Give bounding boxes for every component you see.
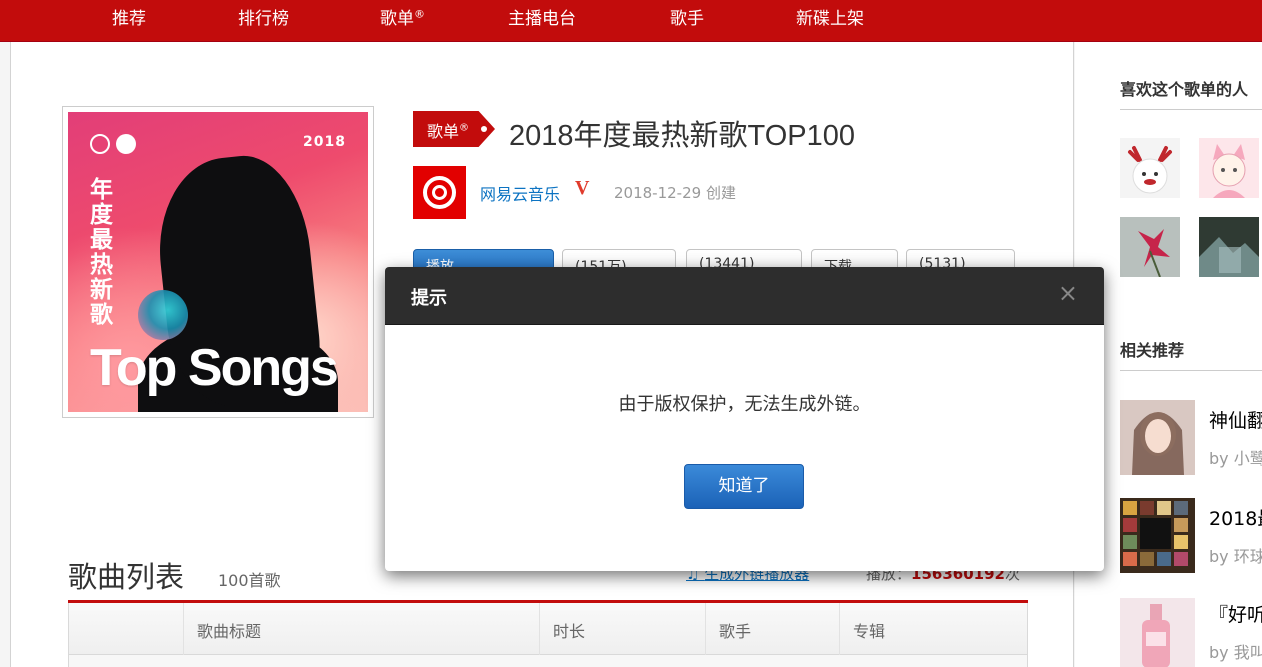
top-nav: 推荐 排行榜 歌单® 主播电台 歌手 新碟上架	[0, 0, 1262, 42]
related-author[interactable]: by 小鹭	[1209, 445, 1262, 469]
nav-item-radio[interactable]: 主播电台	[508, 4, 576, 29]
created-date: 2018-12-29 创建	[614, 184, 736, 202]
song-list-title: 歌曲列表	[68, 560, 185, 594]
song-count: 100首歌	[218, 571, 281, 590]
creator-name[interactable]: 网易云音乐	[480, 181, 560, 205]
landscape-avatar-icon	[1199, 217, 1259, 277]
nav-item-recommend[interactable]: 推荐	[112, 4, 146, 29]
moose-avatar-icon	[1120, 138, 1180, 198]
verified-icon: V	[575, 177, 590, 199]
playlist-title: 2018年度最热新歌TOP100	[509, 120, 855, 152]
related-cover[interactable]	[1120, 498, 1195, 573]
related-cover[interactable]	[1120, 598, 1195, 667]
cover-logo-dot-icon	[116, 134, 136, 154]
likers-heading: 喜欢这个歌单的人	[1120, 76, 1262, 110]
mosaic-cover-icon	[1120, 498, 1195, 573]
cover-year: 2018	[303, 134, 346, 150]
related-heading: 相关推荐	[1120, 337, 1262, 371]
nav-item-playlists-label: 歌单	[380, 9, 414, 29]
cover-vertical-title: 年度最热新歌	[90, 177, 113, 328]
portrait-cover-icon	[1120, 400, 1195, 475]
cover-headline: Top Songs	[90, 339, 339, 397]
column-index	[69, 603, 183, 655]
cover-logo-ring-icon	[90, 134, 110, 154]
column-duration: 时长	[539, 603, 705, 655]
flower-avatar-icon	[1120, 217, 1180, 278]
playlist-cover[interactable]: 2018 年度最热新歌 Top Songs	[68, 112, 368, 412]
cat-girl-avatar-icon	[1199, 138, 1259, 198]
close-icon[interactable]: ×	[1058, 281, 1078, 305]
creator-avatar[interactable]	[413, 166, 466, 219]
related-author[interactable]: by 我叫	[1209, 639, 1262, 663]
related-title[interactable]: 神仙翻	[1209, 406, 1262, 433]
dialog-title: 提示	[411, 288, 447, 309]
related-title[interactable]: 『好听	[1209, 600, 1262, 627]
alert-dialog: 提示 × 由于版权保护，无法生成外链。 知道了	[385, 267, 1104, 571]
table-row[interactable]	[68, 655, 1028, 667]
column-album: 专辑	[839, 603, 1027, 655]
nav-item-charts[interactable]: 排行榜	[238, 4, 289, 29]
related-author[interactable]: by 环球	[1209, 543, 1262, 567]
column-song-title: 歌曲标题	[183, 603, 539, 655]
related-title[interactable]: 2018最	[1209, 504, 1262, 531]
cover-frame: 2018 年度最热新歌 Top Songs	[62, 106, 374, 418]
playlist-tag: 歌单®	[413, 111, 495, 147]
song-table-header: 歌曲标题 时长 歌手 专辑	[68, 603, 1028, 655]
cover-orb	[138, 290, 188, 340]
bottle-cover-icon	[1120, 598, 1195, 667]
tag-dot-icon	[481, 126, 487, 132]
netease-logo-inner-icon	[432, 185, 447, 200]
dialog-header: 提示 ×	[385, 267, 1104, 325]
liker-avatar[interactable]	[1120, 138, 1180, 198]
nav-item-artists[interactable]: 歌手	[670, 4, 704, 29]
liker-avatar[interactable]	[1199, 138, 1259, 198]
registered-mark: ®	[414, 7, 425, 21]
liker-avatar[interactable]	[1199, 217, 1259, 277]
playlist-tag-label: 歌单	[427, 122, 460, 141]
ok-button[interactable]: 知道了	[684, 464, 804, 509]
nav-item-new-albums[interactable]: 新碟上架	[796, 4, 864, 29]
related-cover[interactable]	[1120, 400, 1195, 475]
dialog-message: 由于版权保护，无法生成外链。	[618, 394, 871, 415]
nav-item-playlists[interactable]: 歌单®	[380, 4, 425, 29]
liker-avatar[interactable]	[1120, 217, 1180, 278]
playlist-tag-mark: ®	[459, 122, 470, 134]
column-artist: 歌手	[705, 603, 839, 655]
